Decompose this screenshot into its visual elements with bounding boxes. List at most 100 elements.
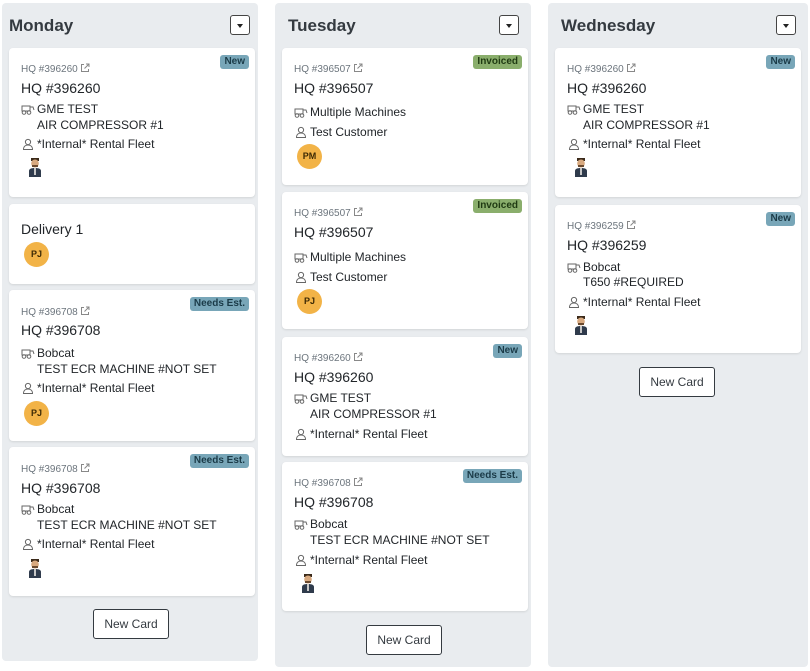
job-card[interactable]: HQ #396260 New HQ #396260 GME TEST AIR C… — [282, 337, 528, 456]
external-link-icon — [626, 63, 636, 72]
external-link-icon — [353, 477, 363, 486]
machine-icon — [567, 263, 581, 273]
machine-make: Bobcat — [37, 346, 75, 360]
customer-name: Test Customer — [310, 270, 388, 284]
customer-name: *Internal* Rental Fleet — [583, 295, 701, 309]
machine-row: GME TEST — [294, 391, 371, 405]
customer-name: *Internal* Rental Fleet — [310, 427, 428, 441]
machine-model: TEST ECR MACHINE #NOT SET — [37, 362, 217, 376]
external-link-icon — [353, 352, 363, 361]
column-toggle-button[interactable] — [776, 15, 796, 35]
status-badge: New — [766, 212, 795, 226]
external-link-icon — [80, 463, 90, 472]
status-badge: Needs Est. — [189, 454, 249, 468]
user-icon — [22, 538, 34, 550]
new-card-button[interactable]: New Card — [93, 609, 169, 639]
delivery-card[interactable]: Delivery 1 PJ — [9, 204, 255, 284]
assignee-photo-avatar[interactable] — [28, 558, 42, 578]
job-ref-link[interactable]: HQ #396260 — [567, 63, 636, 75]
machine-model: AIR COMPRESSOR #1 — [583, 118, 710, 132]
job-ref-link[interactable]: HQ #396260 — [21, 63, 90, 75]
new-card-button[interactable]: New Card — [639, 367, 715, 397]
job-ref-link[interactable]: HQ #396708 — [21, 463, 90, 475]
machine-make: GME TEST — [310, 391, 372, 405]
user-icon — [22, 138, 34, 150]
assignee-photo-avatar[interactable] — [28, 157, 42, 177]
assignee-avatar[interactable]: PJ — [24, 242, 49, 267]
status-badge: New — [220, 55, 249, 69]
machine-make: Bobcat — [583, 260, 621, 274]
machine-row: Bobcat — [294, 517, 347, 531]
card-title: HQ #396708 — [294, 494, 374, 510]
customer-row: *Internal* Rental Fleet — [21, 137, 154, 151]
card-title: HQ #396260 — [21, 80, 101, 96]
machine-make: GME TEST — [583, 102, 645, 116]
job-card[interactable]: HQ #396259 New HQ #396259 Bobcat T650 #R… — [555, 205, 801, 353]
customer-row: *Internal* Rental Fleet — [21, 381, 154, 395]
column-title: Wednesday — [561, 16, 656, 35]
customer-row: *Internal* Rental Fleet — [21, 537, 154, 551]
job-card[interactable]: HQ #396260 New HQ #396260 GME TEST AIR C… — [9, 48, 255, 197]
external-link-icon — [353, 207, 363, 216]
job-card[interactable]: HQ #396260 New HQ #396260 GME TEST AIR C… — [555, 48, 801, 197]
job-ref-link[interactable]: HQ #396259 — [567, 220, 636, 232]
machine-row: Multiple Machines — [294, 250, 406, 264]
machine-model: TEST ECR MACHINE #NOT SET — [310, 533, 490, 547]
job-ref-link[interactable]: HQ #396260 — [294, 352, 363, 364]
customer-name: Test Customer — [310, 125, 388, 139]
external-link-icon — [80, 63, 90, 72]
machine-icon — [294, 108, 308, 118]
machine-make: Multiple Machines — [310, 105, 407, 119]
user-icon — [568, 138, 580, 150]
column-toggle-button[interactable] — [230, 15, 250, 35]
machine-model: T650 #REQUIRED — [583, 275, 684, 289]
external-link-icon — [353, 63, 363, 72]
machine-row: Bobcat — [567, 260, 620, 274]
assignee-avatar[interactable]: PM — [297, 144, 322, 169]
user-icon — [295, 554, 307, 566]
job-card[interactable]: HQ #396507 Invoiced HQ #396507 Multiple … — [282, 192, 528, 329]
card-title: HQ #396507 — [294, 80, 374, 96]
assignee-photo-avatar[interactable] — [574, 157, 588, 177]
user-icon — [568, 296, 580, 308]
job-ref-link[interactable]: HQ #396507 — [294, 63, 363, 75]
job-card[interactable]: HQ #396708 Needs Est. HQ #396708 Bobcat … — [282, 462, 528, 611]
customer-name: *Internal* Rental Fleet — [37, 537, 155, 551]
machine-icon — [21, 349, 35, 359]
customer-name: *Internal* Rental Fleet — [37, 381, 155, 395]
card-title: HQ #396507 — [294, 224, 374, 240]
machine-make: Bobcat — [310, 517, 348, 531]
assignee-photo-avatar[interactable] — [301, 573, 315, 593]
assignee-avatar[interactable]: PJ — [24, 401, 49, 426]
column-toggle-button[interactable] — [499, 15, 519, 35]
job-ref-link[interactable]: HQ #396708 — [21, 306, 90, 318]
machine-row: GME TEST — [21, 102, 98, 116]
card-title: Delivery 1 — [21, 221, 84, 237]
status-badge: New — [766, 55, 795, 69]
machine-icon — [567, 105, 581, 115]
status-badge: Invoiced — [473, 199, 522, 213]
card-title: HQ #396260 — [567, 80, 647, 96]
card-title: HQ #396708 — [21, 322, 101, 338]
machine-make: GME TEST — [37, 102, 99, 116]
new-card-button[interactable]: New Card — [366, 625, 442, 655]
customer-row: *Internal* Rental Fleet — [567, 295, 700, 309]
machine-icon — [21, 505, 35, 515]
customer-row: Test Customer — [294, 125, 387, 139]
job-card[interactable]: HQ #396708 Needs Est. HQ #396708 Bobcat … — [9, 290, 255, 441]
customer-name: *Internal* Rental Fleet — [310, 553, 428, 567]
job-ref-link[interactable]: HQ #396507 — [294, 207, 363, 219]
column-wednesday: Wednesday HQ #396260 New HQ #396260 GME … — [548, 3, 808, 667]
card-title: HQ #396259 — [567, 237, 647, 253]
job-ref-link[interactable]: HQ #396708 — [294, 477, 363, 489]
user-icon — [295, 271, 307, 283]
machine-icon — [294, 394, 308, 404]
assignee-avatar[interactable]: PJ — [297, 289, 322, 314]
customer-name: *Internal* Rental Fleet — [583, 137, 701, 151]
assignee-photo-avatar[interactable] — [574, 315, 588, 335]
job-card[interactable]: HQ #396708 Needs Est. HQ #396708 Bobcat … — [9, 447, 255, 596]
external-link-icon — [626, 220, 636, 229]
job-card[interactable]: HQ #396507 Invoiced HQ #396507 Multiple … — [282, 48, 528, 185]
machine-make: Multiple Machines — [310, 250, 407, 264]
machine-make: Bobcat — [37, 502, 75, 516]
